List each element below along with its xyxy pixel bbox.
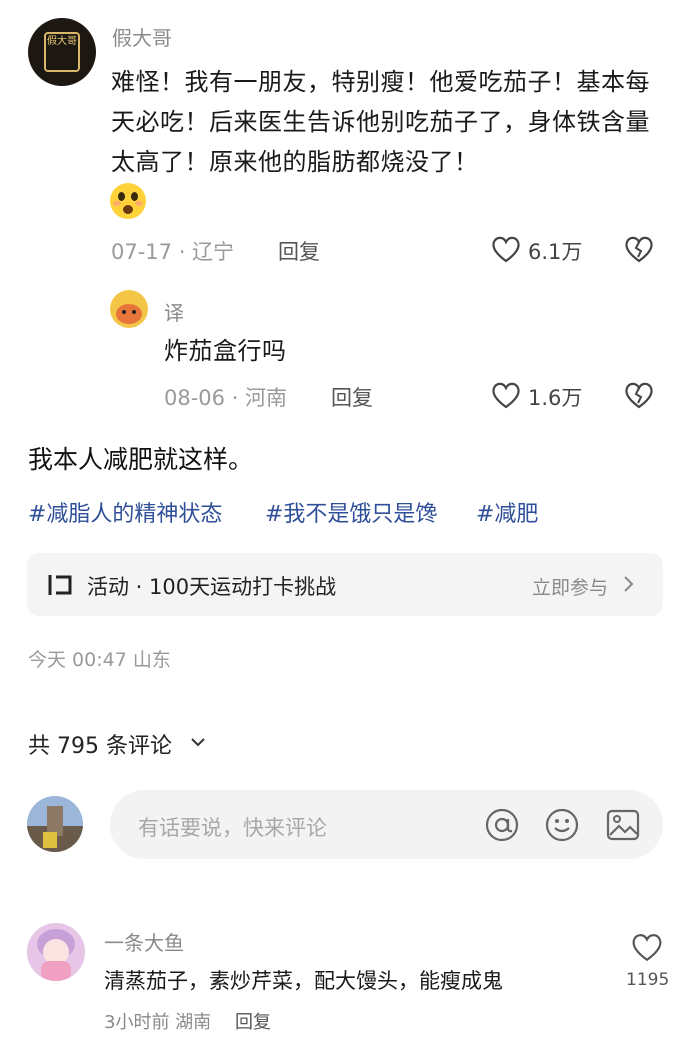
at-icon[interactable] <box>484 807 520 843</box>
chevron-right-icon <box>623 575 635 593</box>
post-date-location: 今天 00:47 山东 <box>28 649 171 671</box>
image-icon[interactable] <box>605 807 641 843</box>
comment-text: 难怪！我有一朋友，特别瘦！他爱吃茄子！基本每天必吃！后来医生告诉他别吃茄子了，身… <box>111 68 650 176</box>
avatar[interactable] <box>27 923 85 981</box>
reply-button[interactable]: 回复 <box>235 1008 271 1034</box>
comment-time-location: 3小时前 湖南 <box>104 1012 212 1033</box>
broken-heart-icon[interactable] <box>624 235 654 263</box>
hashtag[interactable]: #减肥 <box>476 496 538 528</box>
like-count: 1.6万 <box>528 386 583 410</box>
heart-icon[interactable] <box>491 381 521 409</box>
comment-text: 清蒸茄子，素炒芹菜，配大馒头，能瘦成鬼 <box>104 969 503 993</box>
comment-author[interactable]: 假大哥 <box>112 22 172 51</box>
comment-input-placeholder: 有话要说，快来评论 <box>138 816 327 840</box>
reply-button[interactable]: 回复 <box>331 382 373 412</box>
reply-text: 炸茄盒行吗 <box>164 337 287 365</box>
activity-icon <box>47 573 73 597</box>
avatar[interactable]: 假大哥 <box>28 18 96 86</box>
like-count: 6.1万 <box>528 240 583 264</box>
activity-label: 活动 · 100天运动打卡挑战 <box>87 575 337 599</box>
reply-author[interactable]: 译 <box>164 297 184 326</box>
heart-icon[interactable] <box>631 932 663 962</box>
smile-icon[interactable] <box>544 807 580 843</box>
activity-banner[interactable]: 活动 · 100天运动打卡挑战 立即参与 <box>27 553 663 616</box>
comments-count[interactable]: 共 795 条评论 <box>28 728 172 760</box>
comment-input[interactable]: 有话要说，快来评论 <box>110 790 663 859</box>
reply-button[interactable]: 回复 <box>278 236 320 266</box>
join-now-link[interactable]: 立即参与 <box>532 573 608 600</box>
hashtag[interactable]: #减脂人的精神状态 <box>28 496 222 528</box>
avatar-logo: 假大哥 <box>44 32 80 72</box>
like-count: 1195 <box>626 970 670 990</box>
avatar[interactable] <box>27 796 83 852</box>
reply-date-location: 08-06 · 河南 <box>164 386 288 410</box>
heart-icon[interactable] <box>491 235 521 263</box>
chevron-down-icon[interactable] <box>190 736 206 748</box>
avatar[interactable] <box>110 290 148 328</box>
comment-author[interactable]: 一条大鱼 <box>104 927 184 956</box>
comment-date-location: 07-17 · 辽宁 <box>111 240 235 264</box>
broken-heart-icon[interactable] <box>624 381 654 409</box>
post-text: 我本人减肥就这样。 <box>28 445 254 474</box>
hashtag[interactable]: #我不是饿只是馋 <box>265 496 437 528</box>
emoji-flushed <box>110 183 146 219</box>
